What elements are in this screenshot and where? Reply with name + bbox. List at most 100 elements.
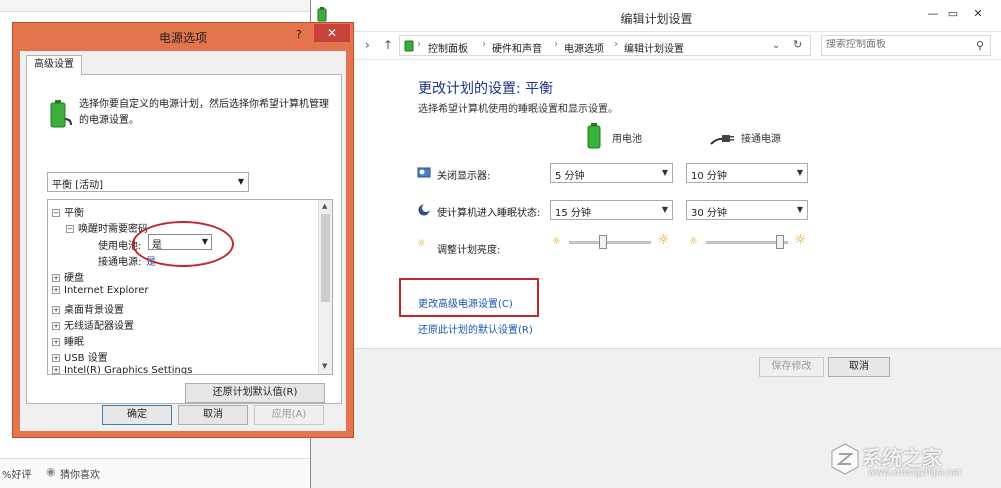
up-arrow-icon[interactable]: ↑ <box>383 38 393 52</box>
watermark-logo-icon <box>831 443 859 475</box>
background-footer: %好评 ◉ 猜你喜欢 <box>0 458 310 488</box>
expand-icon[interactable]: + <box>52 274 60 282</box>
scroll-up-icon[interactable]: ▲ <box>322 202 327 210</box>
battery-column-header: 用电池 <box>612 134 642 145</box>
brightness-label: 调整计划亮度: <box>437 245 501 256</box>
collapse-icon[interactable]: − <box>66 225 74 233</box>
plugged-in-label: 接通电源: <box>98 257 142 268</box>
address-box[interactable]: › 控制面板 › 硬件和声音 › 电源选项 › 编辑计划设置 ⌄ ↻ <box>399 35 811 56</box>
breadcrumb-power-options[interactable]: 电源选项 <box>564 40 604 55</box>
dialog-title: 电源选项 <box>158 31 207 45</box>
display-plugged-select[interactable]: 10 分钟 ▼ <box>686 163 808 183</box>
battery-brightness-slider[interactable] <box>598 235 607 249</box>
tree-node-wake-password[interactable]: − 唤醒时需要密码 <box>66 220 148 235</box>
display-battery-select[interactable]: 5 分钟 ▼ <box>550 163 673 183</box>
back-arrow-icon[interactable]: › <box>365 38 370 52</box>
chevron-down-icon: ▼ <box>661 205 668 214</box>
chevron-down-icon: ▼ <box>237 177 244 186</box>
maximize-button[interactable]: ▭ <box>943 6 963 22</box>
power-plan-icon <box>50 100 72 128</box>
bright-sun-icon: ☼ <box>657 232 670 248</box>
breadcrumb-edit-plan[interactable]: 编辑计划设置 <box>624 40 684 55</box>
tree-node-label: Internet Explorer <box>64 285 149 296</box>
watermark-url: www.xitongzhijia.net <box>868 468 962 478</box>
dropdown-arrow-icon[interactable]: ⌄ <box>772 40 780 51</box>
search-box[interactable]: ⚲ <box>821 35 991 56</box>
window-title: 编辑计划设置 <box>620 12 693 26</box>
page-subtitle: 选择希望计算机使用的睡眠设置和显示设置。 <box>418 104 618 115</box>
expand-icon[interactable]: + <box>52 322 60 330</box>
advanced-settings-link[interactable]: 更改高级电源设置(C) <box>418 295 513 310</box>
scroll-down-icon[interactable]: ▼ <box>322 362 327 370</box>
tree-node-label: 无线适配器设置 <box>64 321 134 332</box>
display-plugged-value: 10 分钟 <box>691 171 727 182</box>
chevron-down-icon: ▼ <box>796 205 803 214</box>
scrollbar-thumb[interactable] <box>321 214 330 302</box>
control-panel-window: 编辑计划设置 — ▭ ✕ › ↑ › 控制面板 › 硬件和声音 › 电源选项 ›… <box>310 0 1001 488</box>
expand-icon[interactable]: + <box>52 366 60 374</box>
breadcrumb-control-panel[interactable]: 控制面板 <box>428 40 468 55</box>
tree-node-label: 桌面背景设置 <box>64 305 124 316</box>
address-bar-row: › ↑ › 控制面板 › 硬件和声音 › 电源选项 › 编辑计划设置 ⌄ ↻ ⚲ <box>311 32 1001 60</box>
close-button[interactable]: ✕ <box>963 6 993 22</box>
expand-icon[interactable]: + <box>52 306 60 314</box>
tree-node-label: USB 设置 <box>64 353 108 364</box>
watermark: 系统之家 www.xitongzhijia.net <box>816 438 996 482</box>
sleep-battery-value: 15 分钟 <box>555 208 591 219</box>
dialog-body: 高级设置 选择你要自定义的电源计划，然后选择你希望计算机管理的电源设置。 平衡 … <box>20 51 346 431</box>
expand-icon[interactable]: + <box>52 286 60 294</box>
tab-advanced-settings[interactable]: 高级设置 <box>26 55 82 75</box>
sleep-icon <box>418 204 430 216</box>
tree-node-label: Intel(R) Graphics Settings <box>64 365 193 375</box>
tree-node-wireless-adapter[interactable]: + 无线适配器设置 <box>52 317 134 332</box>
power-options-dialog: 电源选项 ? ✕ 高级设置 选择你要自定义的电源计划，然后选择你希望计算机管理的… <box>12 22 354 438</box>
tree-node-intel-graphics[interactable]: + Intel(R) Graphics Settings <box>52 365 193 375</box>
watermark-text: 系统之家 <box>862 446 942 470</box>
dim-sun-icon: ☼ <box>552 236 561 247</box>
restore-plan-defaults-button[interactable]: 还原计划默认值(R) <box>185 383 325 403</box>
tree-node-desktop-background[interactable]: + 桌面背景设置 <box>52 301 124 316</box>
ok-button[interactable]: 确定 <box>102 405 172 425</box>
radio-icon[interactable]: ◉ <box>46 465 56 478</box>
chevron-right-icon: › <box>482 39 486 50</box>
dialog-description: 选择你要自定义的电源计划，然后选择你希望计算机管理的电源设置。 <box>79 99 329 126</box>
dialog-cancel-button[interactable]: 取消 <box>178 405 248 425</box>
collapse-icon[interactable]: − <box>52 209 60 217</box>
cancel-button[interactable]: 取消 <box>828 357 890 377</box>
battery-brightness-track[interactable] <box>569 241 651 244</box>
highlight-ellipse <box>132 221 234 267</box>
apply-button[interactable]: 应用(A) <box>254 405 324 425</box>
display-battery-value: 5 分钟 <box>555 171 585 182</box>
window-titlebar: 编辑计划设置 — ▭ ✕ <box>311 0 1001 32</box>
display-icon <box>417 167 431 178</box>
search-input[interactable] <box>826 39 966 50</box>
expand-icon[interactable]: + <box>52 354 60 362</box>
chevron-right-icon: › <box>554 39 558 50</box>
tree-node-usb[interactable]: + USB 设置 <box>52 349 108 364</box>
sleep-plugged-value: 30 分钟 <box>691 208 727 219</box>
help-icon[interactable]: ? <box>296 28 302 41</box>
breadcrumb-hardware-sound[interactable]: 硬件和声音 <box>492 40 542 55</box>
sleep-battery-select[interactable]: 15 分钟 ▼ <box>550 200 673 220</box>
tree-node-plan[interactable]: − 平衡 <box>52 204 84 219</box>
tree-node-internet-explorer[interactable]: + Internet Explorer <box>52 285 149 296</box>
plugged-brightness-slider[interactable] <box>776 235 785 249</box>
guess-you-like-link[interactable]: 猜你喜欢 <box>60 466 100 481</box>
plan-select[interactable]: 平衡 [活动] ▼ <box>47 172 249 192</box>
chevron-down-icon: ▼ <box>796 168 803 177</box>
expand-icon[interactable]: + <box>52 338 60 346</box>
refresh-icon[interactable]: ↻ <box>793 38 802 51</box>
sun-icon: ☼ <box>417 238 426 249</box>
tree-scrollbar[interactable]: ▲ ▼ <box>318 200 332 374</box>
sleep-plugged-select[interactable]: 30 分钟 ▼ <box>686 200 808 220</box>
tree-node-sleep[interactable]: + 睡眠 <box>52 333 84 348</box>
dialog-close-button[interactable]: ✕ <box>314 24 350 42</box>
tree-node-hard-disk[interactable]: + 硬盘 <box>52 269 84 284</box>
save-changes-button[interactable]: 保存修改 <box>759 357 824 377</box>
page-title: 更改计划的设置: 平衡 <box>418 81 554 97</box>
minimize-button[interactable]: — <box>923 6 943 22</box>
plan-select-value: 平衡 [活动] <box>52 180 103 191</box>
sleep-label: 使计算机进入睡眠状态: <box>437 208 541 219</box>
restore-defaults-link[interactable]: 还原此计划的默认设置(R) <box>418 321 533 336</box>
search-icon[interactable]: ⚲ <box>976 39 984 52</box>
